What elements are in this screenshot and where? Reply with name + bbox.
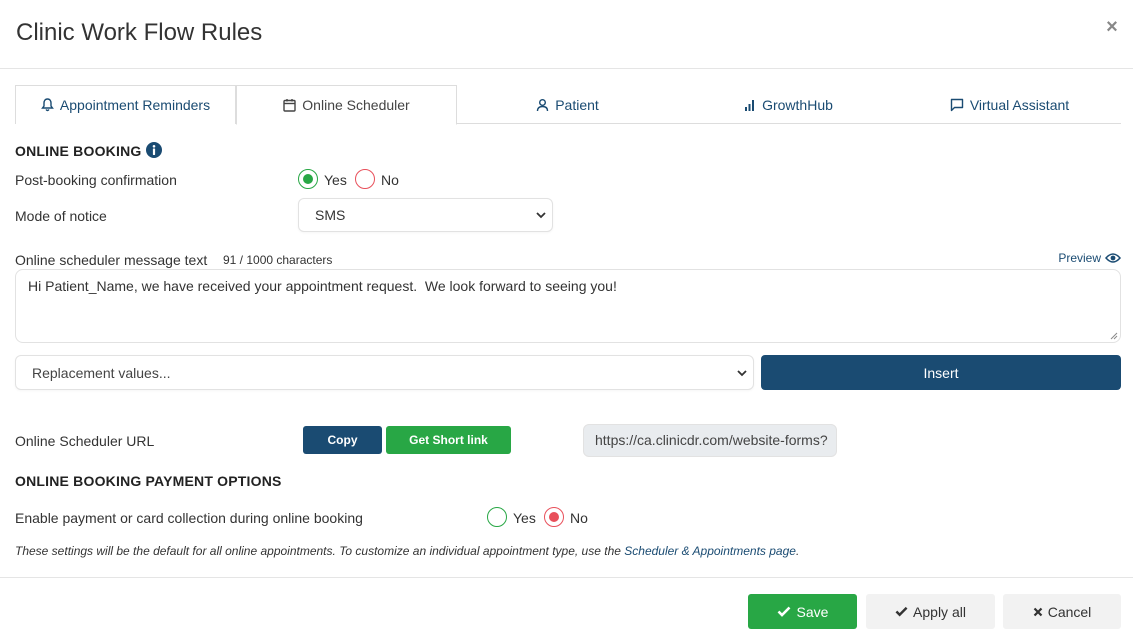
modal-header: Clinic Work Flow Rules × xyxy=(0,0,1133,69)
apply-all-button[interactable]: Apply all xyxy=(866,594,995,629)
mode-of-notice-select[interactable]: SMS xyxy=(298,198,553,232)
cancel-button[interactable]: Cancel xyxy=(1003,594,1121,629)
message-text-label: Online scheduler message text xyxy=(15,252,208,268)
footer-divider xyxy=(0,577,1133,578)
mode-of-notice-value: SMS xyxy=(315,207,346,223)
bar-chart-icon xyxy=(745,100,755,111)
replacement-values-placeholder: Replacement values... xyxy=(32,364,171,381)
scheduler-url-field[interactable]: https://ca.clinicdr.com/website-forms? xyxy=(583,424,837,457)
note-text: These settings will be the default for a… xyxy=(15,544,625,558)
chevron-down-icon xyxy=(737,369,747,376)
enable-payment-label: Enable payment or card collection during… xyxy=(15,510,363,526)
payment-yes-label: Yes xyxy=(513,510,536,526)
save-label: Save xyxy=(796,603,829,620)
close-icon xyxy=(1033,607,1042,616)
message-textarea[interactable]: Hi Patient_Name, we have received your a… xyxy=(15,269,1121,343)
resize-handle-icon[interactable] xyxy=(1110,332,1118,340)
workflow-rules-modal: Clinic Work Flow Rules × Appointment Rem… xyxy=(0,0,1133,644)
preview-link[interactable]: Preview xyxy=(1058,251,1121,265)
chat-icon xyxy=(950,98,964,111)
payment-options-title: ONLINE BOOKING PAYMENT OPTIONS xyxy=(15,473,282,489)
scheduler-url-label: Online Scheduler URL xyxy=(15,433,155,449)
replacement-values-select[interactable]: Replacement values... xyxy=(15,355,754,390)
tab-bar: Appointment Reminders Online Scheduler P… xyxy=(15,85,1121,125)
tab-patient[interactable]: Patient xyxy=(457,85,678,124)
get-short-link-button[interactable]: Get Short link xyxy=(386,426,511,454)
payment-no-label: No xyxy=(570,510,588,526)
mode-of-notice-label: Mode of notice xyxy=(15,208,107,224)
tab-online-scheduler[interactable]: Online Scheduler xyxy=(236,85,457,125)
check-icon xyxy=(777,606,790,617)
cancel-label: Cancel xyxy=(1047,603,1092,620)
post-booking-yes-radio[interactable] xyxy=(298,169,318,189)
copy-button[interactable]: Copy xyxy=(303,426,382,454)
chevron-down-icon xyxy=(536,212,546,219)
note-end: . xyxy=(795,544,800,558)
payment-yes-radio[interactable] xyxy=(487,507,507,527)
apply-all-label: Apply all xyxy=(913,603,966,620)
insert-button[interactable]: Insert xyxy=(761,355,1121,390)
close-button[interactable]: × xyxy=(1104,17,1120,37)
tab-label: Appointment Reminders xyxy=(59,97,211,113)
character-counter: 91 / 1000 characters xyxy=(223,253,333,267)
tab-growthhub[interactable]: GrowthHub xyxy=(678,85,899,124)
online-booking-title: ONLINE BOOKING xyxy=(15,143,142,159)
calendar-icon xyxy=(283,99,296,112)
eye-icon xyxy=(1105,253,1121,263)
tab-label: Virtual Assistant xyxy=(969,96,1070,113)
tab-appointment-reminders[interactable]: Appointment Reminders xyxy=(15,85,236,124)
user-icon xyxy=(537,98,549,111)
scheduler-appointments-link[interactable]: Scheduler & Appointments page xyxy=(624,544,796,558)
post-booking-yes-label: Yes xyxy=(324,172,347,188)
post-booking-no-label: No xyxy=(381,172,399,188)
default-settings-note: These settings will be the default for a… xyxy=(15,544,799,558)
post-booking-no-radio[interactable] xyxy=(355,169,375,189)
message-text: Hi Patient_Name, we have received your a… xyxy=(28,278,617,294)
post-booking-label: Post-booking confirmation xyxy=(15,172,177,188)
payment-no-radio[interactable] xyxy=(544,507,564,527)
tab-label: Online Scheduler xyxy=(302,97,410,113)
tab-label: GrowthHub xyxy=(762,96,833,113)
save-button[interactable]: Save xyxy=(748,594,857,629)
modal-title: Clinic Work Flow Rules xyxy=(16,19,263,46)
info-icon[interactable] xyxy=(146,142,162,158)
check-icon xyxy=(895,606,908,617)
tab-label: Patient xyxy=(555,96,599,113)
bell-icon xyxy=(41,98,54,112)
tab-virtual-assistant[interactable]: Virtual Assistant xyxy=(899,85,1120,124)
preview-label: Preview xyxy=(1058,251,1101,265)
